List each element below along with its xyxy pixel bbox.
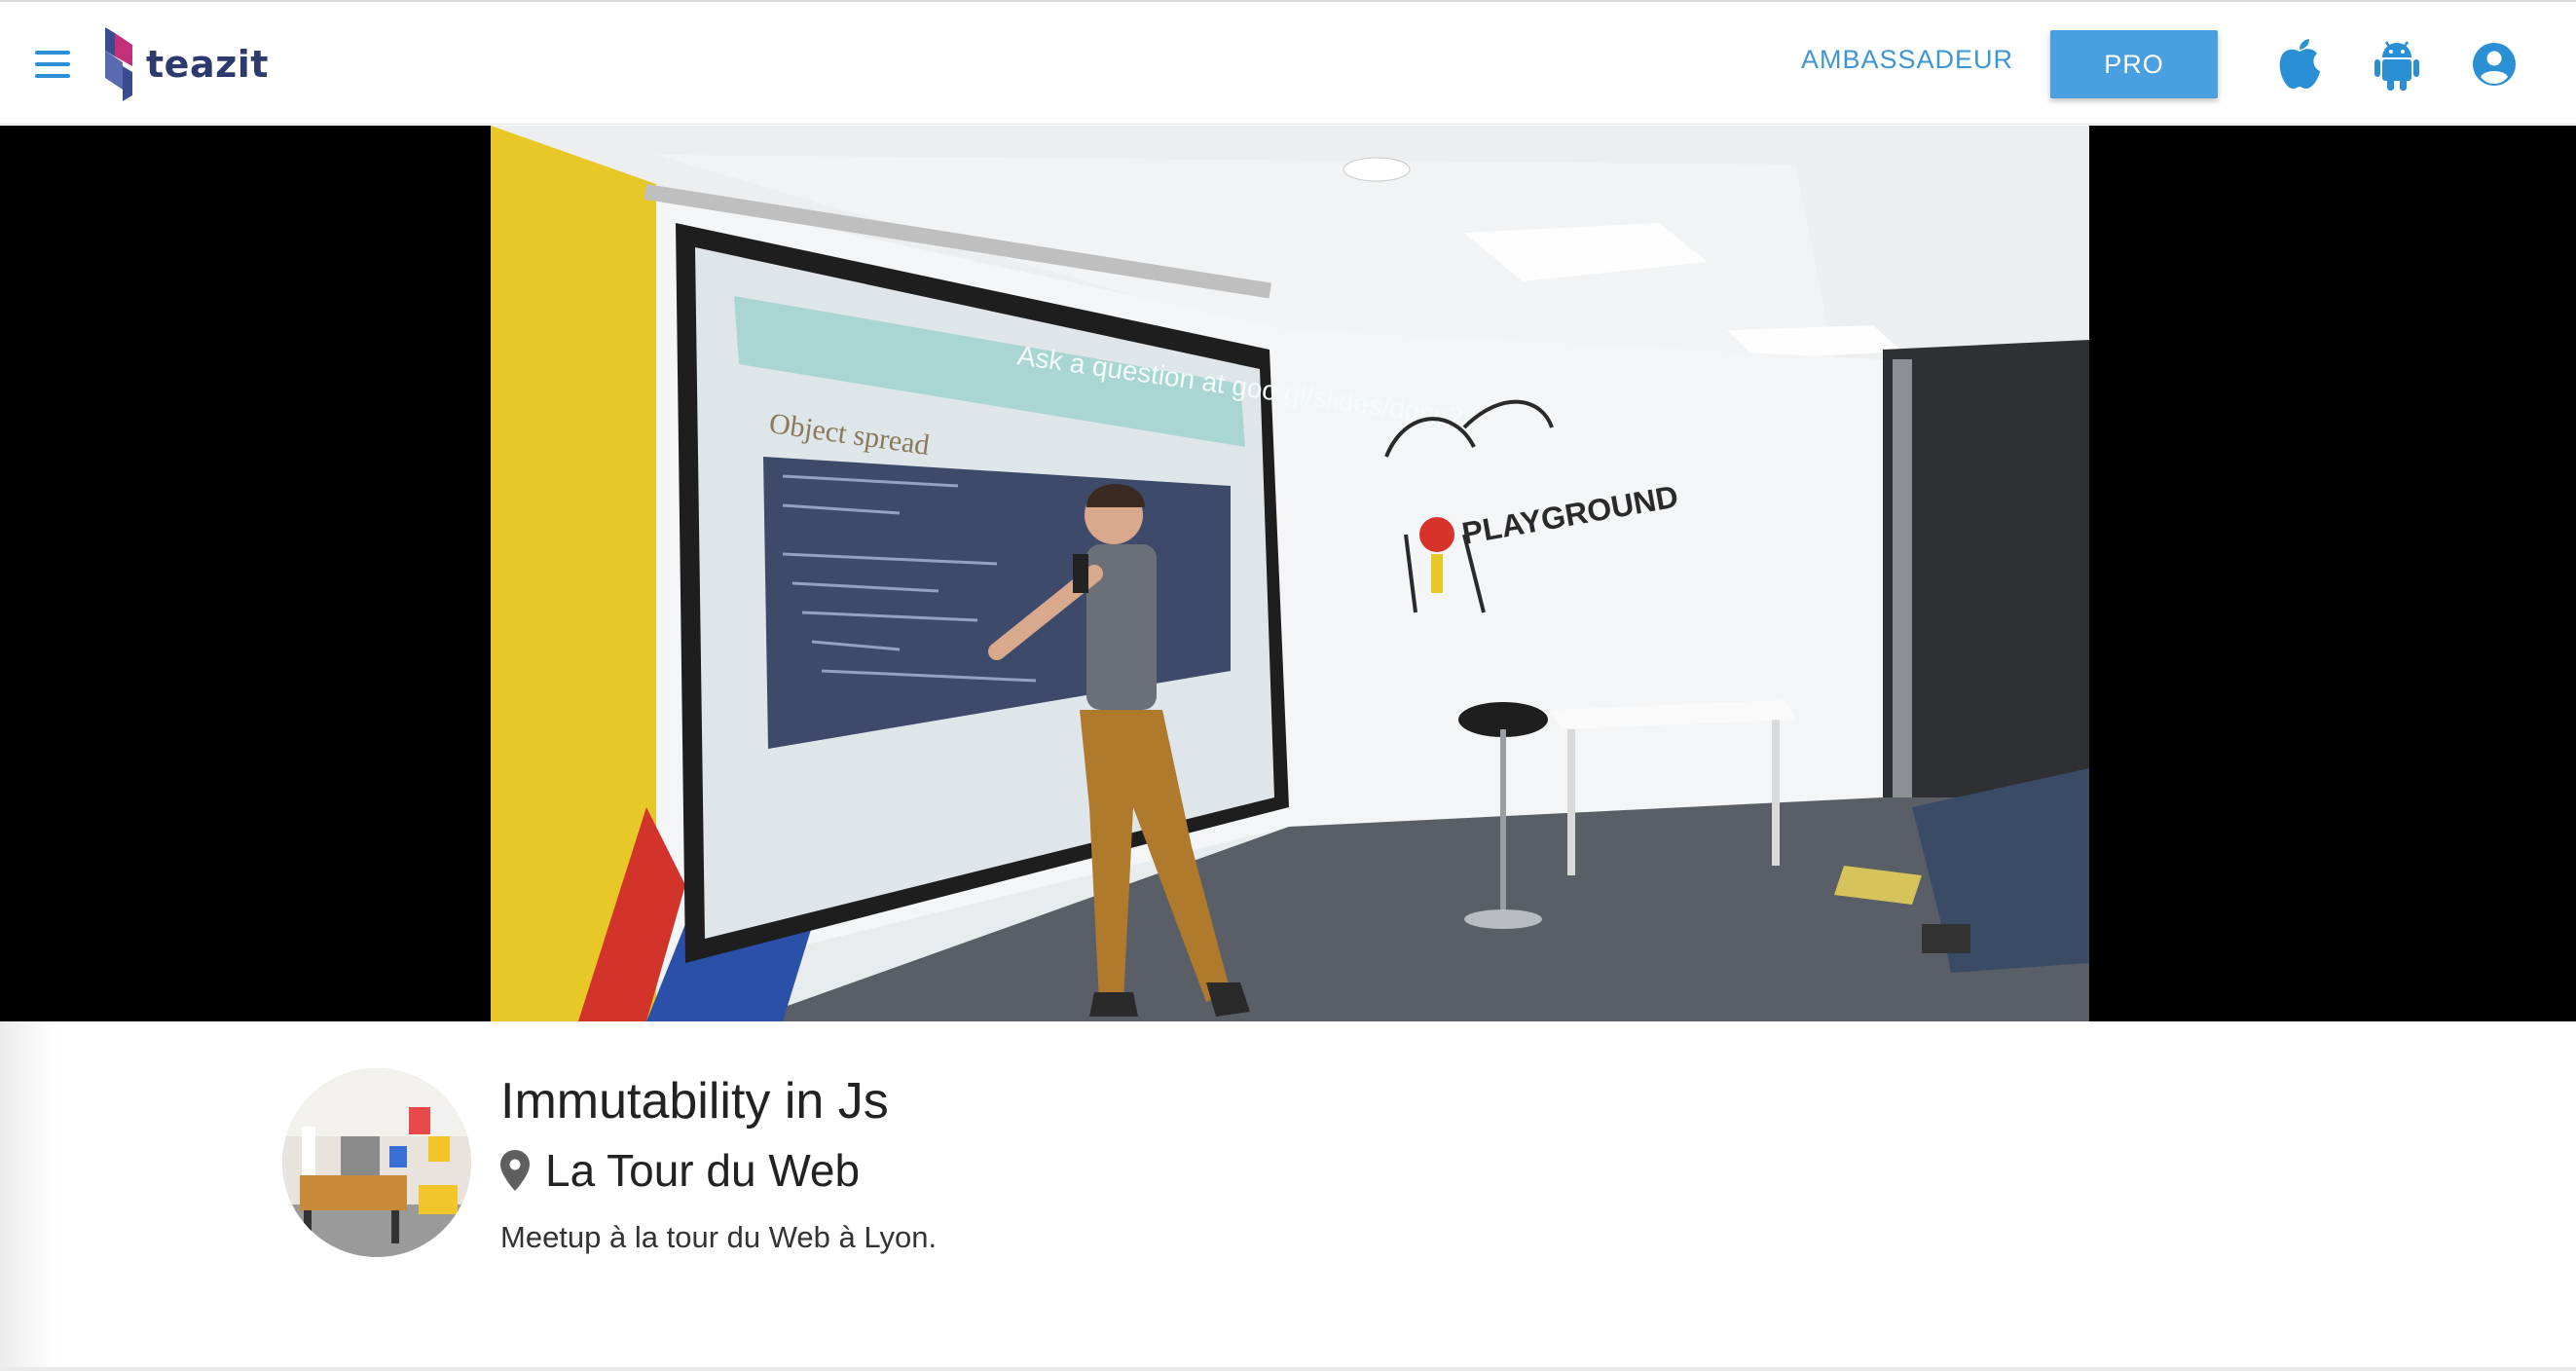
ambassador-link[interactable]: AMBASSADEUR (1801, 45, 2013, 75)
android-icon[interactable] (2368, 35, 2426, 93)
event-info: Immutability in Js La Tour du Web Meetup… (0, 1021, 2576, 1371)
pro-button[interactable]: PRO (2050, 30, 2218, 98)
top-navbar: teazit AMBASSADEUR PRO (0, 0, 2576, 125)
event-description: Meetup à la tour du Web à Lyon. (500, 1220, 938, 1254)
teazit-logo[interactable]: teazit (101, 27, 269, 101)
apple-icon[interactable] (2270, 35, 2329, 93)
event-title: Immutability in Js (500, 1073, 889, 1130)
left-shadow (0, 1021, 58, 1371)
event-photo: Ask a question at goo.gl/slides/dqcp2e O… (491, 126, 2089, 1021)
footer-divider (0, 1367, 2576, 1371)
menu-icon[interactable] (31, 45, 76, 84)
event-media[interactable]: Ask a question at goo.gl/slides/dqcp2e O… (0, 126, 2576, 1021)
account-icon[interactable] (2465, 35, 2523, 93)
logo-mark-icon (105, 27, 132, 101)
page: teazit AMBASSADEUR PRO Ask a question at… (0, 0, 2576, 1371)
logo-text: teazit (146, 43, 269, 86)
venue-avatar[interactable] (282, 1068, 471, 1257)
location-name: La Tour du Web (545, 1145, 861, 1196)
event-location[interactable]: La Tour du Web (500, 1144, 860, 1197)
location-pin-icon (500, 1150, 530, 1191)
